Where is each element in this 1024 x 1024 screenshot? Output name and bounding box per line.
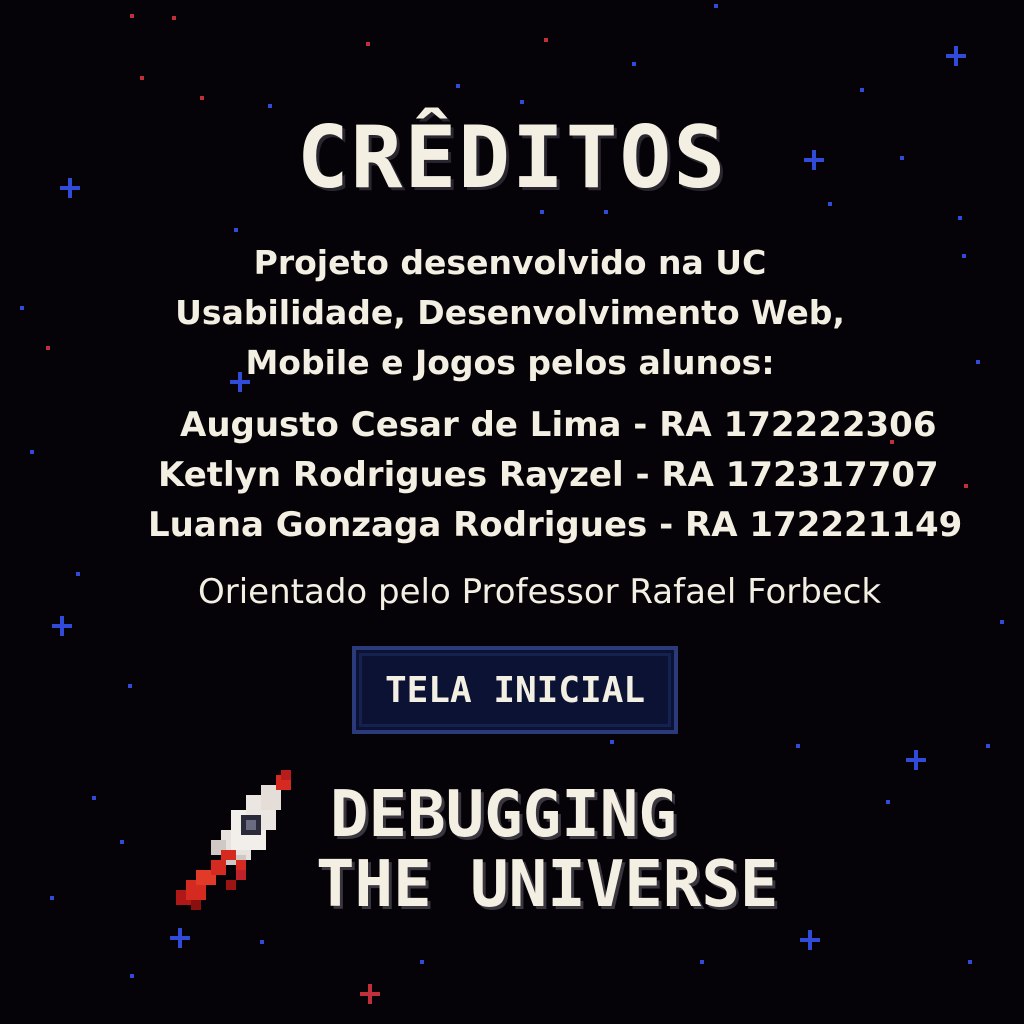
star [800, 930, 820, 950]
star [128, 684, 132, 688]
star [958, 216, 962, 220]
star [520, 100, 524, 104]
star [360, 984, 380, 1004]
intro-line: Mobile e Jogos pelos alunos: [245, 343, 775, 382]
star [860, 88, 864, 92]
project-description: Projeto desenvolvido na UC Usabilidade, … [150, 238, 870, 388]
star [20, 306, 24, 310]
star [700, 960, 704, 964]
star [976, 360, 980, 364]
star [200, 96, 204, 100]
student-credit: Augusto Cesar de Lima - RA 172222306 [180, 405, 937, 445]
star [632, 62, 636, 66]
star [968, 960, 972, 964]
home-screen-button-label: TELA INICIAL [384, 669, 646, 711]
star [714, 4, 718, 8]
star [120, 840, 124, 844]
star [796, 744, 800, 748]
star [172, 16, 176, 20]
logo-title-line-1: DEBUGGING [330, 778, 677, 852]
star [540, 210, 544, 214]
star [140, 76, 144, 80]
rocket-icon [176, 770, 291, 910]
home-screen-button[interactable]: TELA INICIAL [352, 646, 678, 734]
star [1000, 620, 1004, 624]
advisor-credit: Orientado pelo Professor Rafael Forbeck [198, 572, 882, 612]
star [30, 450, 34, 454]
intro-line: Projeto desenvolvido na UC [253, 243, 767, 282]
star [906, 750, 926, 770]
logo-title-line-2: THE UNIVERSE [316, 848, 779, 922]
star [604, 210, 608, 214]
star [544, 38, 548, 42]
student-credit: Ketlyn Rodrigues Rayzel - RA 172317707 [158, 455, 939, 495]
star [170, 928, 190, 948]
star [260, 940, 264, 944]
student-list: Augusto Cesar de Lima - RA 172222306 Ket… [140, 400, 963, 550]
star [962, 254, 966, 258]
star [964, 484, 968, 488]
star [946, 46, 966, 66]
star [366, 42, 370, 46]
star [50, 896, 54, 900]
page-title: CRÊDITOS [296, 108, 728, 208]
star [886, 800, 890, 804]
star [986, 744, 990, 748]
star [52, 616, 72, 636]
star [130, 974, 134, 978]
star [420, 960, 424, 964]
star [456, 84, 460, 88]
student-credit: Luana Gonzaga Rodrigues - RA 172221149 [148, 505, 963, 545]
star [46, 346, 50, 350]
star [234, 228, 238, 232]
star [130, 14, 134, 18]
intro-line: Usabilidade, Desenvolvimento Web, [175, 293, 845, 332]
star [76, 572, 80, 576]
star [92, 796, 96, 800]
star [610, 740, 614, 744]
